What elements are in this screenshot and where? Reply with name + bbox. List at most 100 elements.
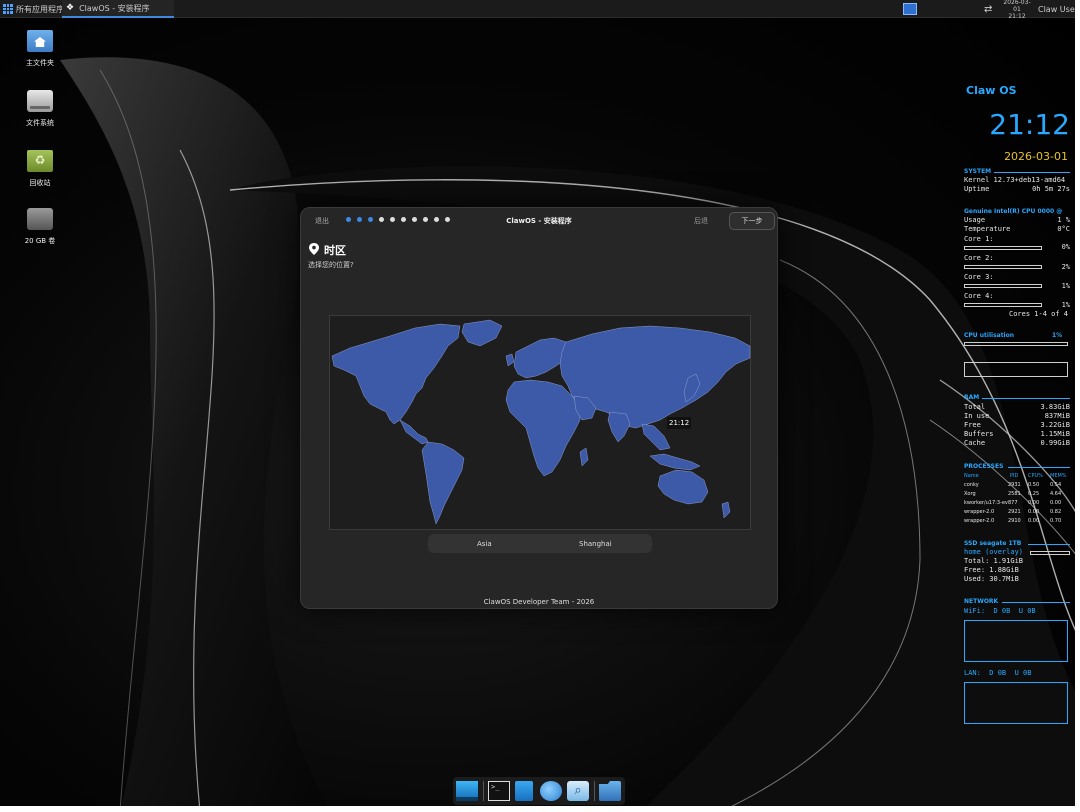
new-zealand-shape (721, 501, 731, 519)
cell: conky (964, 482, 979, 488)
panel-clock[interactable]: 2026-03-01 21:12 (1000, 0, 1034, 20)
cell: 2931 (1008, 482, 1021, 488)
dock: >_ ⌕ (453, 777, 625, 805)
conky-date: 2026-03-01 (1004, 150, 1068, 163)
conky-core-value: 0% (1061, 243, 1070, 251)
workspace-switcher-icon[interactable] (903, 3, 917, 15)
conky-net-head: NETWORK (964, 598, 999, 605)
apps-grid-icon (3, 4, 13, 14)
wifi-graph (964, 620, 1068, 662)
conky-uptime-row: Uptime 0h 5m 27s (964, 185, 1070, 195)
label: Temperature (964, 225, 1011, 233)
desktop-icon-label: 回收站 (29, 179, 51, 187)
cell: kworker/u17:3-ev (964, 500, 1008, 506)
timezone-map[interactable]: 21:12 (329, 315, 751, 530)
indonesia-shape (649, 453, 701, 471)
next-button[interactable]: 下一步 (729, 212, 775, 230)
cell: 0.54 (1050, 482, 1062, 488)
conky-os-name: Claw OS (966, 84, 1017, 97)
desktop: 所有应用程序 ❖ ClawOS - 安装程序 ⇄ 2026-03-01 21:1… (0, 0, 1080, 812)
taskbar-installer-button[interactable]: ❖ ClawOS - 安装程序 (62, 0, 174, 18)
applications-menu[interactable]: 所有应用程序 (3, 0, 64, 18)
cell: 0.00 (1028, 500, 1040, 506)
value: 0h 5m 27s (1032, 185, 1070, 193)
task-label: ClawOS - 安装程序 (79, 3, 150, 13)
network-tray-icon[interactable]: ⇄ (984, 0, 992, 18)
desktop-icon[interactable] (456, 781, 478, 801)
panel-clock-time: 21:12 (1008, 12, 1026, 20)
core-bar (964, 246, 1042, 250)
cell: 0.00 (1028, 518, 1040, 524)
installer-header: 退出 ClawOS - 安装程序 后退 下一步 (301, 208, 777, 234)
uk-shape (505, 353, 515, 367)
core-bar (964, 284, 1042, 288)
divider (1028, 544, 1070, 545)
credit-text: ClawOS Developer Team - 2026 (483, 598, 595, 606)
cell: 0.00 (1028, 509, 1040, 515)
conky-ssd-used: Used: 30.7MiB (964, 575, 1019, 583)
conky-ram-head: RAM (964, 394, 980, 401)
divider (1008, 467, 1070, 468)
conky-core-label: Core 3: (964, 273, 994, 281)
desktop-icon-label: 文件系统 (26, 119, 54, 127)
desktop-icon-filesystem[interactable]: 文件系统 (15, 90, 65, 128)
label: Cache (964, 439, 986, 447)
col: MEM% (1050, 473, 1067, 479)
back-button[interactable]: 后退 (694, 216, 708, 226)
cell: wrapper-2.0 (964, 518, 995, 524)
cell: 877 (1008, 500, 1018, 506)
desktop-icon-home[interactable]: 主文件夹 (15, 30, 65, 68)
conky-lan: LAN: D 0B U 0B (964, 669, 1032, 677)
cell: 2581 (1008, 491, 1021, 497)
apps-menu-label: 所有应用程序 (16, 4, 64, 14)
divider (982, 398, 1070, 399)
conky-cpu-util-label: CPU utilisation (964, 332, 1015, 339)
home-folder-icon (27, 30, 53, 52)
cell: 0.25 (1028, 491, 1040, 497)
page-subtitle: 选择您的位置? (308, 261, 354, 269)
cell: 0.70 (1050, 518, 1062, 524)
user-menu[interactable]: Claw User (1038, 0, 1078, 18)
desktop-icon-volume[interactable]: 20 GB 卷 (15, 208, 65, 246)
file-manager-icon[interactable] (515, 781, 533, 801)
cell: 2921 (1008, 509, 1021, 515)
ram-row: Cache 0.99GiB (964, 439, 1070, 449)
conky-core-value: 2% (1061, 263, 1070, 271)
label: Uptime (964, 185, 990, 193)
australia-shape (657, 469, 709, 505)
lan-graph (964, 682, 1068, 724)
map-time-label: 21:12 (667, 417, 692, 429)
page-title: 时区 (324, 244, 346, 257)
conky-time: 21:12 (989, 108, 1070, 141)
value: 0°C (1057, 225, 1070, 233)
desktop-icon-trash[interactable]: 回收站 (15, 150, 65, 188)
city-select[interactable]: Shanghai (579, 540, 612, 548)
cell: 0.82 (1050, 509, 1062, 515)
conky-core-label: Core 2: (964, 254, 994, 262)
col: PID (1010, 473, 1019, 479)
cell: wrapper-2.0 (964, 509, 995, 515)
region-select[interactable]: Asia (477, 540, 492, 548)
cell: 4.64 (1050, 491, 1062, 497)
desktop-icon-label: 主文件夹 (26, 59, 54, 67)
trash-icon (27, 150, 53, 172)
browser-icon[interactable] (540, 781, 562, 801)
conky-wifi: WiFi: D 0B U 0B (964, 607, 1036, 615)
central-america-shape (399, 419, 429, 445)
volume-icon (27, 208, 53, 230)
cpu-util-bar (964, 342, 1068, 346)
madagascar-shape (579, 447, 589, 467)
terminal-icon[interactable]: >_ (488, 781, 510, 801)
cell: 0.00 (1050, 500, 1062, 506)
divider (994, 172, 1070, 173)
conky-cpu-util-value: 1% (1052, 332, 1063, 339)
panel-clock-date: 2026-03-01 (1003, 0, 1031, 13)
search-icon[interactable]: ⌕ (567, 781, 589, 801)
top-panel: 所有应用程序 ❖ ClawOS - 安装程序 ⇄ 2026-03-01 21:1… (0, 0, 1080, 20)
africa-shape (505, 379, 581, 477)
folder-icon[interactable] (599, 781, 621, 801)
claw-logo-icon: ❖ (66, 3, 75, 13)
location-pin-icon (309, 243, 319, 255)
timezone-selector: Asia Shanghai (428, 534, 652, 553)
south-america-shape (421, 441, 465, 525)
